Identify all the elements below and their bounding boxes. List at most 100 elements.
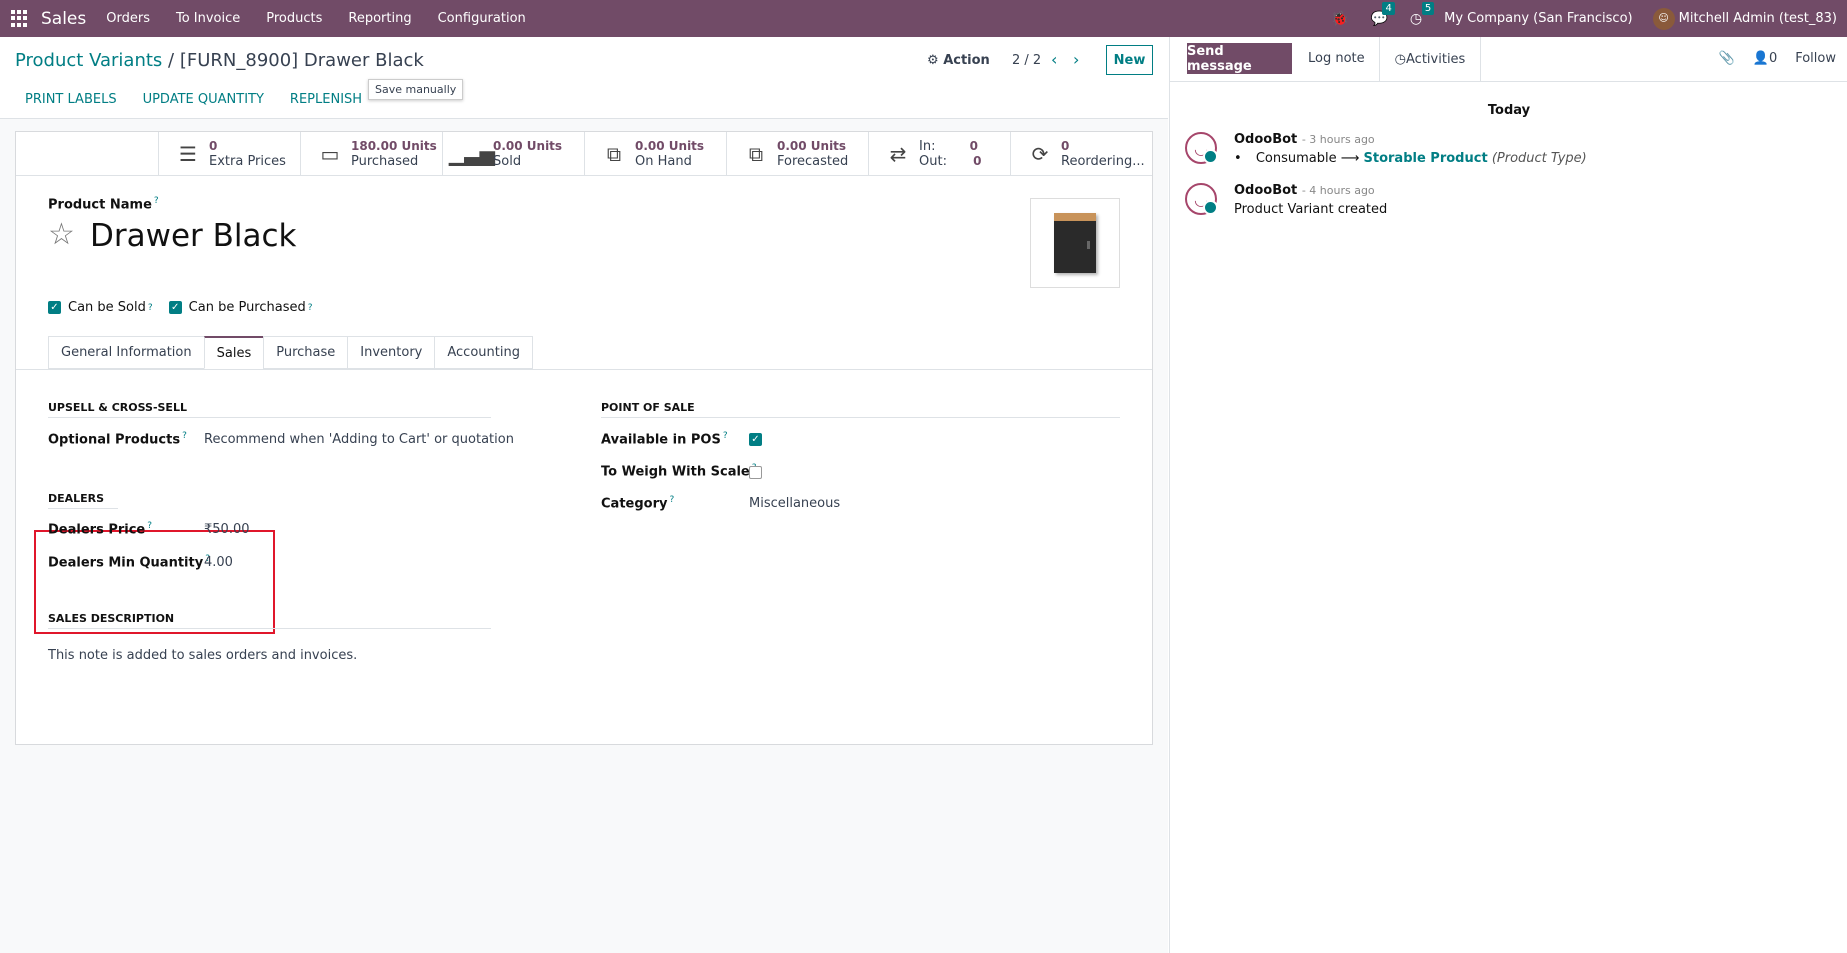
forecasted-value: 0.00 Units bbox=[777, 139, 847, 153]
menu-orders[interactable]: Orders bbox=[106, 11, 150, 26]
follow-button[interactable]: Follow bbox=[1795, 51, 1836, 66]
optional-products-input[interactable]: Recommend when 'Adding to Cart' or quota… bbox=[204, 432, 514, 447]
can-be-sold-checkbox[interactable]: ✓ Can be Sold? bbox=[48, 300, 153, 315]
exchange-icon: ⇄ bbox=[889, 142, 907, 166]
tab-inventory[interactable]: Inventory bbox=[347, 336, 435, 369]
credit-card-icon: ▭ bbox=[320, 142, 340, 166]
list-icon: ☰ bbox=[179, 142, 197, 166]
forecasted-button[interactable]: ⧉ 0.00 Units Forecasted bbox=[726, 132, 868, 176]
pager-previous-icon[interactable]: ‹ bbox=[1051, 50, 1057, 69]
apps-menu-icon[interactable] bbox=[11, 9, 29, 28]
cubes-icon: ⧉ bbox=[606, 142, 622, 166]
form-sheet: ☰ 0 Extra Prices ▭ 180.00 Units Purchased … bbox=[15, 131, 1153, 745]
update-quantity-button[interactable]: UPDATE QUANTITY bbox=[143, 92, 264, 107]
chatter-panel: Send message Log note ◷ Activities 📎 👤0 … bbox=[1169, 37, 1847, 953]
notebook-tabs: General Information Sales Purchase Inven… bbox=[48, 336, 533, 369]
chatter-topbar: Send message Log note ◷ Activities 📎 👤0 … bbox=[1170, 37, 1847, 82]
tab-accounting[interactable]: Accounting bbox=[434, 336, 533, 369]
activities-badge: 5 bbox=[1421, 1, 1435, 15]
paperclip-icon[interactable]: 📎 bbox=[1719, 51, 1735, 66]
tab-general-information[interactable]: General Information bbox=[48, 336, 204, 369]
log-note-button[interactable]: Log note bbox=[1308, 51, 1365, 66]
sold-value: 0.00 Units bbox=[493, 139, 563, 153]
message-author: OdooBot - 3 hours ago bbox=[1234, 132, 1375, 147]
breadcrumb-product-variants[interactable]: Product Variants bbox=[15, 50, 162, 71]
pager-next-icon[interactable]: › bbox=[1073, 50, 1079, 69]
can-be-purchased-checkbox[interactable]: ✓ Can be Purchased? bbox=[168, 300, 313, 315]
user-icon: 👤 bbox=[1752, 51, 1769, 66]
breadcrumb-current: [FURN_8900] Drawer Black bbox=[179, 50, 424, 71]
sales-description-field[interactable]: This note is added to sales orders and i… bbox=[48, 648, 357, 663]
product-name-label: Product Name? bbox=[48, 196, 159, 212]
message-author: OdooBot - 4 hours ago bbox=[1234, 183, 1375, 198]
help-icon[interactable]: ? bbox=[147, 521, 152, 531]
in-out-button[interactable]: ⇄ In: 0 Out: 0 bbox=[868, 132, 1010, 176]
message-author-name[interactable]: OdooBot bbox=[1234, 183, 1297, 198]
replenish-button[interactable]: REPLENISH bbox=[290, 92, 362, 107]
tab-divider bbox=[16, 369, 1152, 370]
form-button-row: PRINT LABELS UPDATE QUANTITY REPLENISH bbox=[25, 92, 362, 107]
messages-icon[interactable]: 💬 4 bbox=[1370, 1, 1395, 27]
pager-value[interactable]: 2 / 2 bbox=[1012, 53, 1041, 68]
purchased-label: Purchased bbox=[351, 154, 419, 169]
product-name-field[interactable]: Drawer Black bbox=[90, 218, 297, 254]
weigh-with-scale-label-text: To Weigh With Scale bbox=[601, 464, 750, 480]
can-be-sold-label: Can be Sold bbox=[68, 300, 146, 315]
help-icon[interactable]: ? bbox=[154, 196, 159, 206]
favorite-star-icon[interactable]: ☆ bbox=[48, 220, 75, 250]
action-button[interactable]: ⚙ Action bbox=[927, 53, 990, 68]
messages-badge: 4 bbox=[1382, 1, 1395, 15]
menu-configuration[interactable]: Configuration bbox=[438, 11, 526, 26]
cubes-icon: ⧉ bbox=[748, 142, 764, 166]
category-label: Category? bbox=[601, 495, 674, 511]
help-icon[interactable]: ? bbox=[308, 303, 313, 313]
user-menu[interactable]: Mitchell Admin (test_83) bbox=[1679, 11, 1837, 26]
extra-prices-button[interactable]: ☰ 0 Extra Prices bbox=[158, 132, 300, 176]
help-icon[interactable]: ? bbox=[669, 495, 674, 505]
app-name[interactable]: Sales bbox=[41, 9, 86, 29]
available-in-pos-checkbox[interactable]: ✓ bbox=[749, 433, 762, 446]
send-message-button[interactable]: Send message bbox=[1187, 43, 1292, 74]
followers-button[interactable]: 👤0 bbox=[1753, 51, 1777, 66]
message-author-name[interactable]: OdooBot bbox=[1234, 132, 1297, 147]
activities-button[interactable]: ◷ Activities bbox=[1379, 37, 1481, 82]
reordering-value: 0 bbox=[1061, 139, 1070, 153]
activities-clock-icon[interactable]: ◷ 5 bbox=[1410, 1, 1435, 27]
product-checkboxes: ✓ Can be Sold? ✓ Can be Purchased? bbox=[48, 300, 313, 315]
menu-to-invoice[interactable]: To Invoice bbox=[176, 11, 240, 26]
print-labels-button[interactable]: PRINT LABELS bbox=[25, 92, 117, 107]
smart-button-spacer bbox=[16, 132, 158, 175]
new-button[interactable]: New bbox=[1106, 45, 1153, 75]
message-body: Product Variant created bbox=[1234, 202, 1388, 217]
on-hand-button[interactable]: ⧉ 0.00 Units On Hand bbox=[584, 132, 726, 176]
old-value: Consumable bbox=[1255, 151, 1337, 166]
category-field[interactable]: Miscellaneous bbox=[749, 496, 840, 511]
help-icon[interactable]: ? bbox=[723, 431, 728, 441]
bug-icon[interactable]: 🐞 bbox=[1331, 11, 1348, 27]
message-time: - 3 hours ago bbox=[1301, 133, 1375, 146]
chatter-right-actions: 📎 👤0 Follow bbox=[1719, 51, 1836, 66]
tab-sales[interactable]: Sales bbox=[203, 336, 264, 369]
dealers-price-field[interactable]: ₹50.00 bbox=[204, 522, 250, 537]
help-icon[interactable]: ? bbox=[148, 303, 153, 313]
tab-purchase[interactable]: Purchase bbox=[263, 336, 348, 369]
gear-icon: ⚙ bbox=[927, 53, 944, 68]
dealers-min-qty-field[interactable]: 4.00 bbox=[204, 555, 233, 570]
sold-button[interactable]: ▁▃▅ 0.00 Units Sold bbox=[442, 132, 584, 176]
weigh-with-scale-checkbox[interactable] bbox=[749, 466, 762, 479]
company-switcher[interactable]: My Company (San Francisco) bbox=[1444, 11, 1632, 26]
help-icon[interactable]: ? bbox=[182, 431, 187, 441]
refresh-icon: ⟳ bbox=[1031, 142, 1049, 166]
reordering-button[interactable]: ⟳ 0 Reordering... bbox=[1010, 132, 1150, 176]
date-separator: Today bbox=[1487, 103, 1531, 118]
breadcrumb-separator: / bbox=[168, 50, 175, 71]
dealers-min-qty-label: Dealers Min Quantity? bbox=[48, 554, 210, 570]
product-image[interactable] bbox=[1030, 198, 1120, 288]
signal-icon: ▁▃▅ bbox=[448, 142, 496, 166]
purchased-button[interactable]: ▭ 180.00 Units Purchased bbox=[300, 132, 442, 176]
odoobot-avatar: ◡ bbox=[1185, 183, 1218, 215]
menu-reporting[interactable]: Reporting bbox=[348, 11, 411, 26]
menu-products[interactable]: Products bbox=[266, 11, 322, 26]
activities-label: Activities bbox=[1406, 52, 1466, 67]
user-avatar[interactable]: ☺ bbox=[1652, 7, 1675, 30]
